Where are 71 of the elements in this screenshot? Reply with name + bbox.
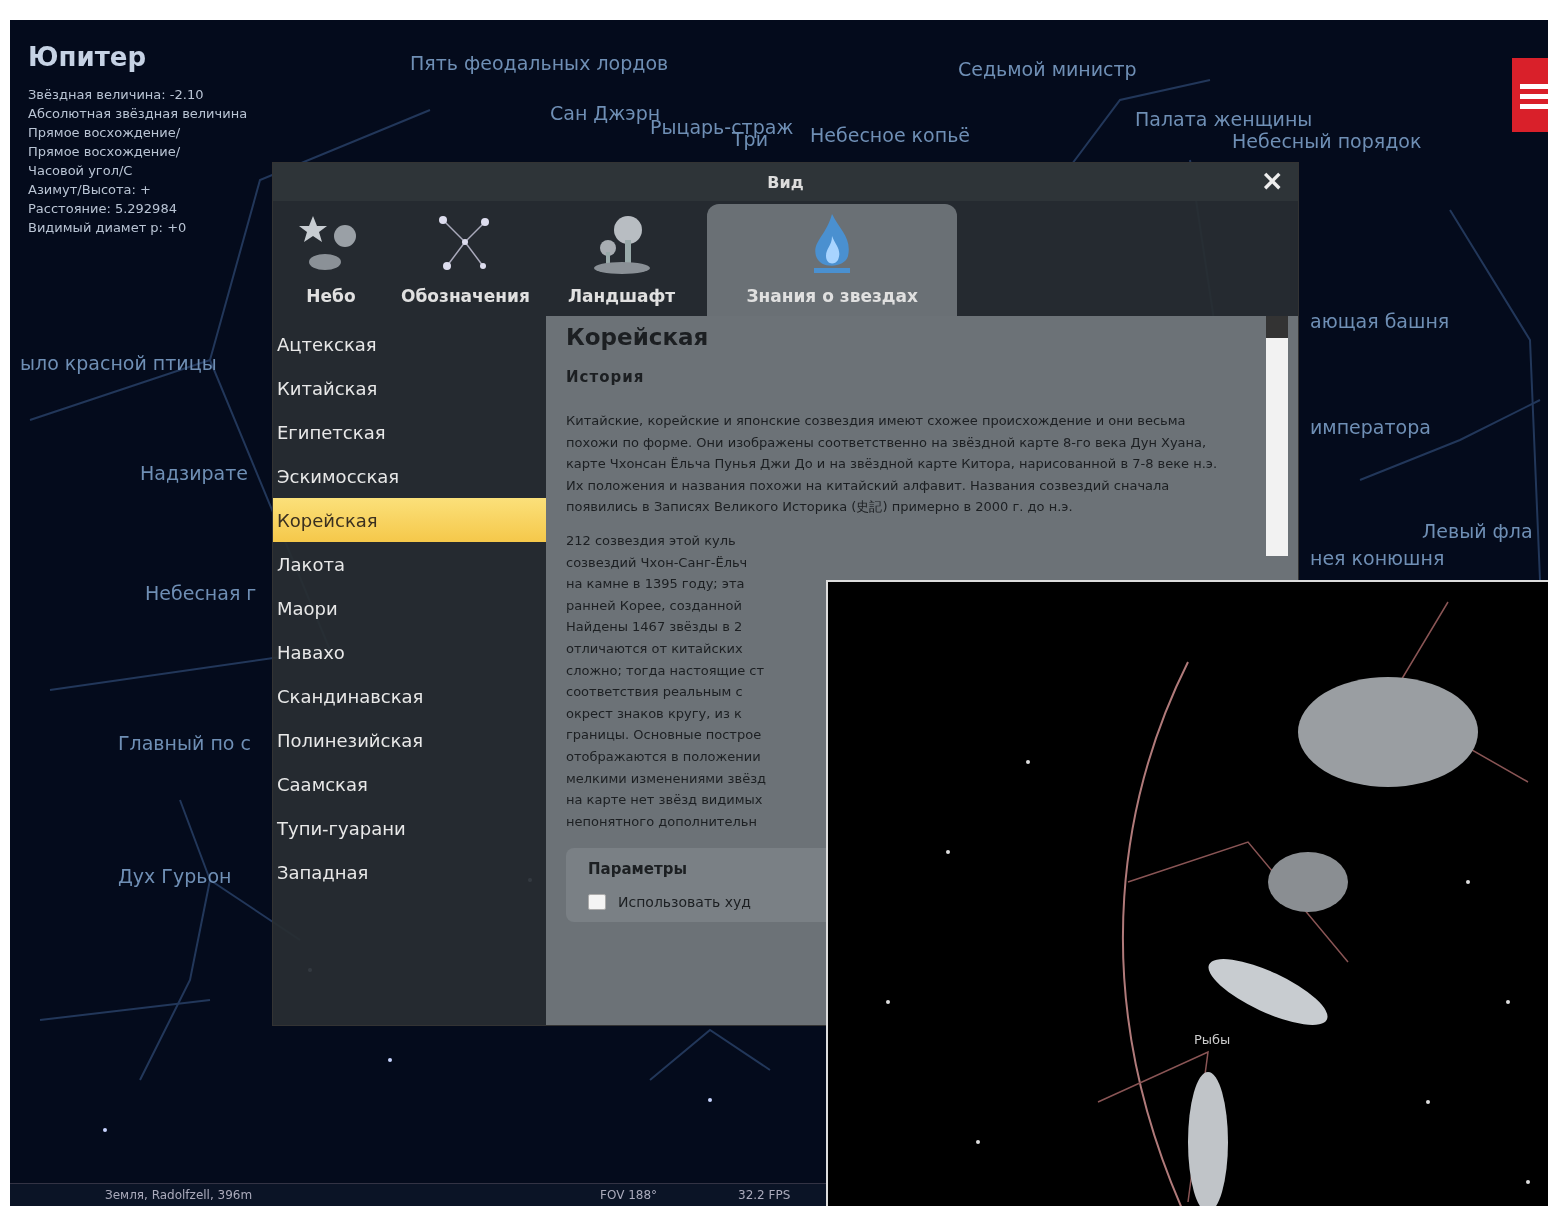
- culture-item[interactable]: Лакота: [273, 542, 546, 586]
- constellation-label: Рыбы: [1194, 1032, 1231, 1047]
- description-line: на камне в 1395 году; эта: [566, 575, 746, 594]
- description-line: 212 созвездия этой куль: [566, 531, 737, 550]
- constellation-label: Левый фла: [1422, 520, 1533, 542]
- description-line: сложно; тогда настоящие ст: [566, 661, 766, 680]
- checkbox[interactable]: [588, 894, 606, 911]
- description-line: ранней Корее, созданной: [566, 596, 743, 615]
- culture-heading: Корейская: [566, 324, 710, 350]
- constellation-label: Седьмой министр: [958, 58, 1137, 80]
- culture-item[interactable]: Тупи-гуарани: [273, 806, 546, 850]
- culture-item[interactable]: Саамская: [273, 762, 546, 806]
- constellation-label: Пять феодальных лордов: [410, 52, 669, 74]
- culture-item[interactable]: Корейская: [273, 498, 546, 542]
- fps-text: 32.2 FPS: [738, 1188, 791, 1202]
- constellation-label: Небесное копьё: [810, 124, 970, 146]
- scrollbar[interactable]: [1266, 316, 1288, 556]
- culture-item[interactable]: Западная: [273, 850, 546, 894]
- dialog-title: Вид: [767, 172, 804, 192]
- description-line: непонятного дополнительн: [566, 812, 758, 831]
- culture-item[interactable]: Полинезийская: [273, 718, 546, 762]
- constellation-label: Главный по с: [118, 732, 251, 754]
- location-text: Земля, Radolfzell, 396m: [105, 1188, 253, 1202]
- description-line: отображаются в положении: [566, 747, 762, 766]
- fov-text: FOV 188°: [600, 1188, 658, 1202]
- culture-item[interactable]: Эскимосская: [273, 454, 546, 498]
- description-line: созвездий Чхон-Санг-Ёльч: [566, 553, 749, 572]
- constellation-label: ающая башня: [1310, 310, 1450, 332]
- description-line: отличаются от китайских: [566, 639, 744, 658]
- star-dot: [708, 1098, 712, 1102]
- object-info-line: Абсолютная звёздная величина: [28, 105, 248, 122]
- culture-item[interactable]: Ацтекская: [273, 322, 546, 366]
- culture-item[interactable]: Египетская: [273, 410, 546, 454]
- object-info-line: Часовой угол/С: [28, 162, 134, 179]
- star-dot: [388, 1058, 392, 1062]
- culture-item[interactable]: Китайская: [273, 366, 546, 410]
- constellation-label: Небесная г: [145, 582, 257, 604]
- description-line: Найдены 1467 звёзды в 2: [566, 618, 744, 637]
- constellation-label: Дух Гурьон: [118, 865, 232, 887]
- tab[interactable]: Ландшафт: [555, 204, 688, 316]
- tab[interactable]: Знания о звездах: [707, 204, 958, 316]
- section-heading: История: [566, 368, 646, 386]
- object-info-line: Азимут/Высота: +: [28, 181, 152, 198]
- object-info-line: Прямое восхождение/: [28, 143, 182, 160]
- constellation-label: нея конюшня: [1310, 547, 1445, 569]
- culture-item[interactable]: Скандинавская: [273, 674, 546, 718]
- culture-item[interactable]: Навахо: [273, 630, 546, 674]
- object-info-line: Видимый диамет р: +0: [28, 219, 188, 236]
- constellation-label: императора: [1310, 416, 1431, 438]
- object-info-line: Звёздная величина: -2.10: [28, 86, 205, 103]
- object-info-line: Прямое восхождение/: [28, 124, 182, 141]
- description-line: на карте нет звёзд видимых: [566, 791, 764, 810]
- tab[interactable]: Небо: [287, 204, 375, 316]
- options-title: Параметры: [588, 860, 688, 879]
- description-paragraph: Китайские, корейские и японские созвездия имеют схожее происхождение и они весьма похожи по форме. Они изображены соответственно на звёздной карте 8-го века Дун Хуана, карте Чхонсан Ёльча Пунья Джи До и на звёздной карте Китора, нарисованной в 7-8 веке н.э. Их положения и названия похожи на китайский алфавит. Названия созвездий сначала появились в Записях Великого Историка (史記) примерно в 2000 г. до н.э.: [566, 412, 1219, 517]
- star-dot: [103, 1128, 107, 1132]
- constellation-label: ыло красной птицы: [20, 352, 217, 374]
- constellation-label: Небесный порядок: [1232, 130, 1422, 152]
- tab[interactable]: Обозначения: [389, 204, 542, 316]
- description-line: мелкими изменениями звёзд: [566, 769, 768, 788]
- object-name: Юпитер: [28, 42, 147, 72]
- constellation-label: Палата женщины: [1135, 108, 1313, 130]
- description-line: границы. Основные построе: [566, 726, 763, 745]
- culture-item[interactable]: Маори: [273, 586, 546, 630]
- close-button[interactable]: ×: [1256, 167, 1288, 195]
- description-line: соответствия реальным с: [566, 683, 744, 702]
- description-line: окрест знаков кругу, из к: [566, 704, 743, 723]
- object-info-line: Расстояние: 5.292984: [28, 200, 178, 217]
- menu-icon[interactable]: [1512, 58, 1548, 132]
- constellation-label: Надзирате: [140, 462, 248, 484]
- checkbox-label: Использовать худ: [618, 894, 752, 911]
